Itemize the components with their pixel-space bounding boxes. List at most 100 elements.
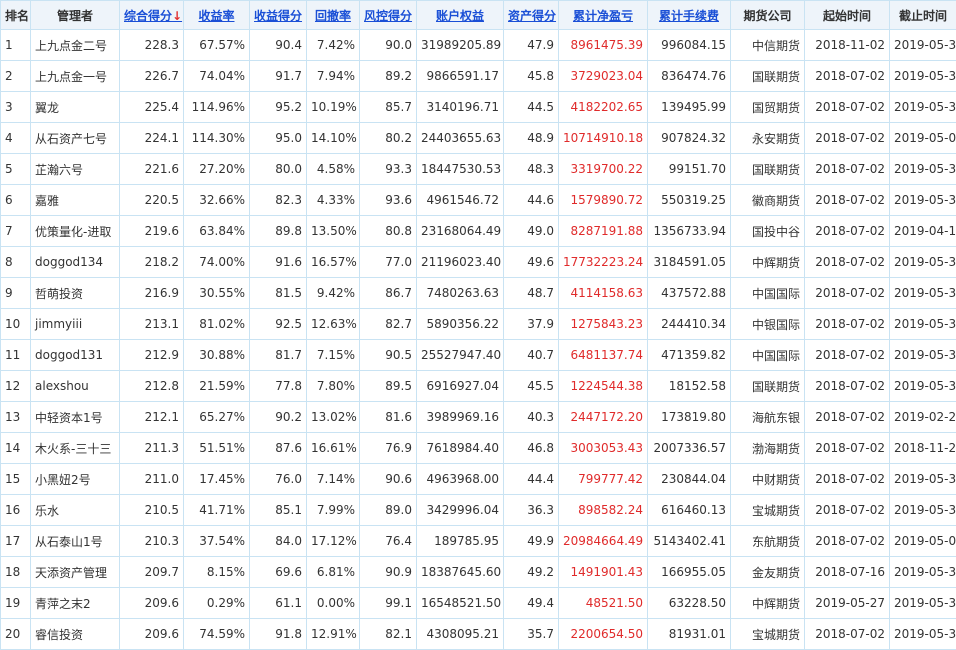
composite-score-cell: 228.3 bbox=[120, 30, 184, 61]
broker-cell: 海航东银 bbox=[731, 402, 805, 433]
fees-cell: 471359.82 bbox=[648, 340, 731, 371]
sort-asset-score[interactable]: 资产得分 bbox=[504, 1, 559, 30]
sort-net-pnl[interactable]: 累计净盈亏 bbox=[559, 1, 648, 30]
manager-cell: 嘉雅 bbox=[31, 185, 120, 216]
risk-score-cell: 82.1 bbox=[360, 619, 417, 650]
return-rate-cell: 37.54% bbox=[184, 526, 250, 557]
drawdown-cell: 7.42% bbox=[307, 30, 360, 61]
rank-cell: 4 bbox=[1, 123, 31, 154]
return-score-cell: 89.8 bbox=[250, 216, 307, 247]
manager-cell: doggod131 bbox=[31, 340, 120, 371]
sort-return-score[interactable]: 收益得分 bbox=[250, 1, 307, 30]
composite-score-cell: 225.4 bbox=[120, 92, 184, 123]
composite-score-cell: 211.0 bbox=[120, 464, 184, 495]
drawdown-cell: 4.58% bbox=[307, 154, 360, 185]
table-row: 12alexshou212.821.59%77.87.80%89.5691692… bbox=[1, 371, 956, 402]
sort-composite-score[interactable]: 综合得分↓ bbox=[120, 1, 184, 30]
return-rate-cell: 41.71% bbox=[184, 495, 250, 526]
sort-return-rate[interactable]: 收益率 bbox=[184, 1, 250, 30]
sort-fees[interactable]: 累计手续费 bbox=[648, 1, 731, 30]
end-date-cell: 2019-05-31 bbox=[890, 278, 956, 309]
composite-score-cell: 210.3 bbox=[120, 526, 184, 557]
manager-cell: 从石泰山1号 bbox=[31, 526, 120, 557]
asset-score-cell: 44.5 bbox=[504, 92, 559, 123]
asset-score-cell: 49.9 bbox=[504, 526, 559, 557]
composite-score-cell: 221.6 bbox=[120, 154, 184, 185]
end-date-cell: 2019-05-31 bbox=[890, 92, 956, 123]
rank-cell: 19 bbox=[1, 588, 31, 619]
risk-score-cell: 90.0 bbox=[360, 30, 417, 61]
risk-score-cell: 93.6 bbox=[360, 185, 417, 216]
start-date-cell: 2018-07-02 bbox=[805, 61, 890, 92]
return-score-cell: 95.0 bbox=[250, 123, 307, 154]
net-pnl-cell: 17732223.24 bbox=[559, 247, 648, 278]
rank-cell: 1 bbox=[1, 30, 31, 61]
fees-cell: 18152.58 bbox=[648, 371, 731, 402]
sort-account-equity[interactable]: 账户权益 bbox=[417, 1, 504, 30]
fees-cell: 230844.04 bbox=[648, 464, 731, 495]
net-pnl-cell: 1224544.38 bbox=[559, 371, 648, 402]
drawdown-cell: 13.50% bbox=[307, 216, 360, 247]
end-date-cell: 2019-02-22 bbox=[890, 402, 956, 433]
return-score-cell: 87.6 bbox=[250, 433, 307, 464]
rank-cell: 17 bbox=[1, 526, 31, 557]
broker-cell: 中国国际 bbox=[731, 340, 805, 371]
risk-score-cell: 99.1 bbox=[360, 588, 417, 619]
return-rate-cell: 74.59% bbox=[184, 619, 250, 650]
end-date-cell: 2019-05-08 bbox=[890, 526, 956, 557]
drawdown-cell: 6.81% bbox=[307, 557, 360, 588]
rank-cell: 10 bbox=[1, 309, 31, 340]
rank-cell: 13 bbox=[1, 402, 31, 433]
net-pnl-cell: 3319700.22 bbox=[559, 154, 648, 185]
fees-cell: 1356733.94 bbox=[648, 216, 731, 247]
asset-score-cell: 48.3 bbox=[504, 154, 559, 185]
return-score-cell: 61.1 bbox=[250, 588, 307, 619]
equity-cell: 7618984.40 bbox=[417, 433, 504, 464]
fees-cell: 173819.80 bbox=[648, 402, 731, 433]
asset-score-cell: 36.3 bbox=[504, 495, 559, 526]
drawdown-cell: 13.02% bbox=[307, 402, 360, 433]
return-rate-cell: 65.27% bbox=[184, 402, 250, 433]
header-row: 排名 管理者 综合得分↓ 收益率 收益得分 回撤率 风控得分 账户权益 资产得分… bbox=[1, 1, 956, 30]
return-rate-cell: 21.59% bbox=[184, 371, 250, 402]
rank-cell: 3 bbox=[1, 92, 31, 123]
sort-drawdown[interactable]: 回撤率 bbox=[307, 1, 360, 30]
drawdown-cell: 0.00% bbox=[307, 588, 360, 619]
net-pnl-cell: 10714910.18 bbox=[559, 123, 648, 154]
equity-cell: 3989969.16 bbox=[417, 402, 504, 433]
equity-cell: 25527947.40 bbox=[417, 340, 504, 371]
asset-score-cell: 49.2 bbox=[504, 557, 559, 588]
asset-score-cell: 35.7 bbox=[504, 619, 559, 650]
return-score-cell: 90.4 bbox=[250, 30, 307, 61]
net-pnl-cell: 1579890.72 bbox=[559, 185, 648, 216]
rank-cell: 9 bbox=[1, 278, 31, 309]
net-pnl-cell: 3729023.04 bbox=[559, 61, 648, 92]
risk-score-cell: 76.9 bbox=[360, 433, 417, 464]
sort-risk-score[interactable]: 风控得分 bbox=[360, 1, 417, 30]
table-row: 2上九点金一号226.774.04%91.77.94%89.29866591.1… bbox=[1, 61, 956, 92]
composite-score-cell: 226.7 bbox=[120, 61, 184, 92]
net-pnl-cell: 2447172.20 bbox=[559, 402, 648, 433]
rank-cell: 16 bbox=[1, 495, 31, 526]
rank-cell: 12 bbox=[1, 371, 31, 402]
asset-score-cell: 47.9 bbox=[504, 30, 559, 61]
equity-cell: 3429996.04 bbox=[417, 495, 504, 526]
composite-score-cell: 209.6 bbox=[120, 588, 184, 619]
asset-score-cell: 48.7 bbox=[504, 278, 559, 309]
start-date-cell: 2018-07-02 bbox=[805, 464, 890, 495]
net-pnl-cell: 4182202.65 bbox=[559, 92, 648, 123]
asset-score-cell: 48.9 bbox=[504, 123, 559, 154]
asset-score-cell: 44.6 bbox=[504, 185, 559, 216]
table-row: 20睿信投资209.674.59%91.812.91%82.14308095.2… bbox=[1, 619, 956, 650]
net-pnl-cell: 898582.24 bbox=[559, 495, 648, 526]
start-date-cell: 2018-07-02 bbox=[805, 433, 890, 464]
broker-cell: 渤海期货 bbox=[731, 433, 805, 464]
equity-cell: 4961546.72 bbox=[417, 185, 504, 216]
drawdown-cell: 16.57% bbox=[307, 247, 360, 278]
return-rate-cell: 30.55% bbox=[184, 278, 250, 309]
return-rate-cell: 114.30% bbox=[184, 123, 250, 154]
broker-cell: 宝城期货 bbox=[731, 495, 805, 526]
manager-cell: 小黑妞2号 bbox=[31, 464, 120, 495]
return-rate-cell: 30.88% bbox=[184, 340, 250, 371]
start-date-cell: 2018-07-02 bbox=[805, 216, 890, 247]
